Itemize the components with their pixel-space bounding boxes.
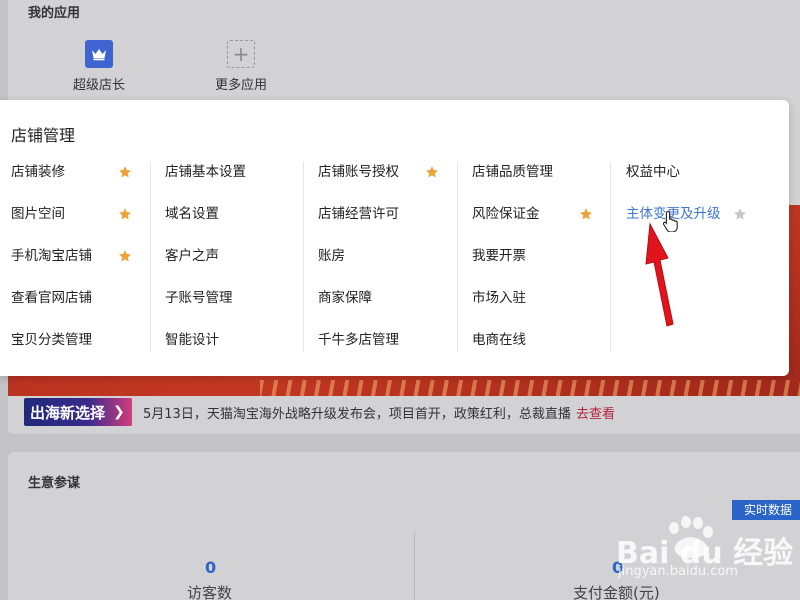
visitors-label: 访客数	[187, 584, 233, 600]
app-super-manager[interactable]: 超级店长	[59, 40, 139, 93]
menu-item-view-official-shop[interactable]: 查看官网店铺	[11, 288, 92, 308]
menu-item-customer-voice[interactable]: 客户之声	[165, 246, 219, 266]
menu-item-ecommerce-online[interactable]: 电商在线	[472, 330, 526, 350]
menu-item-business-license[interactable]: 店铺经营许可	[318, 204, 399, 224]
menu-item-invoice[interactable]: 我要开票	[472, 246, 526, 266]
announcement-text: 5月13日，天猫淘宝海外战略升级发布会，项目首开，政策红利，总裁直播	[143, 407, 571, 422]
my-apps-title: 我的应用	[28, 6, 81, 21]
column-divider	[303, 162, 304, 352]
star-filled-icon[interactable]	[425, 165, 439, 179]
app-label: 更多应用	[214, 78, 267, 93]
app-more-apps[interactable]: + 更多应用	[201, 40, 281, 93]
star-outline-icon[interactable]	[733, 207, 747, 221]
star-filled-icon[interactable]	[118, 207, 132, 221]
menu-item-domain-settings[interactable]: 域名设置	[165, 204, 219, 224]
watermark-url: jingyan.baidu.com	[618, 564, 738, 579]
menu-item-merchant-guarantee[interactable]: 商家保障	[318, 288, 372, 308]
star-filled-icon[interactable]	[118, 249, 132, 263]
menu-item-multi-shop[interactable]: 千牛多店管理	[318, 330, 399, 350]
menu-item-item-categories[interactable]: 宝贝分类管理	[11, 330, 92, 350]
menu-item-account-authorization[interactable]: 店铺账号授权	[318, 162, 399, 182]
announcement-badge[interactable]: 出海新选择 ❯	[24, 398, 132, 426]
menu-item-accounting[interactable]: 账房	[318, 246, 345, 266]
column-divider	[457, 162, 458, 352]
menu-item-smart-design[interactable]: 智能设计	[165, 330, 219, 350]
menu-item-risk-deposit[interactable]: 风险保证金	[472, 204, 540, 224]
panel-title: 店铺管理	[11, 126, 76, 145]
announcement-link[interactable]: 去查看	[576, 403, 615, 422]
menu-item-rights-center[interactable]: 权益中心	[626, 162, 680, 182]
menu-item-image-space[interactable]: 图片空间	[11, 204, 65, 224]
menu-item-basic-settings[interactable]: 店铺基本设置	[165, 162, 246, 182]
menu-item-mobile-shop[interactable]: 手机淘宝店铺	[11, 246, 92, 266]
plus-icon: +	[227, 40, 255, 68]
menu-item-quality-management[interactable]: 店铺品质管理	[472, 162, 553, 182]
visitors-value: 0	[205, 558, 217, 577]
menu-item-shop-decoration[interactable]: 店铺装修	[11, 162, 65, 182]
menu-item-market-entry[interactable]: 市场入驻	[472, 288, 526, 308]
star-filled-icon[interactable]	[579, 207, 593, 221]
announcement-badge-label: 出海新选择	[30, 403, 106, 422]
column-divider	[610, 162, 611, 352]
menu-item-sub-accounts[interactable]: 子账号管理	[165, 288, 233, 308]
crown-icon	[85, 40, 113, 68]
metric-divider	[414, 532, 415, 600]
business-title: 生意参谋	[28, 476, 81, 491]
star-filled-icon[interactable]	[118, 165, 132, 179]
chevron-right-icon: ❯	[113, 404, 125, 420]
annotation-arrow-icon	[645, 222, 674, 327]
app-label: 超级店长	[72, 78, 125, 93]
column-divider	[150, 162, 151, 352]
